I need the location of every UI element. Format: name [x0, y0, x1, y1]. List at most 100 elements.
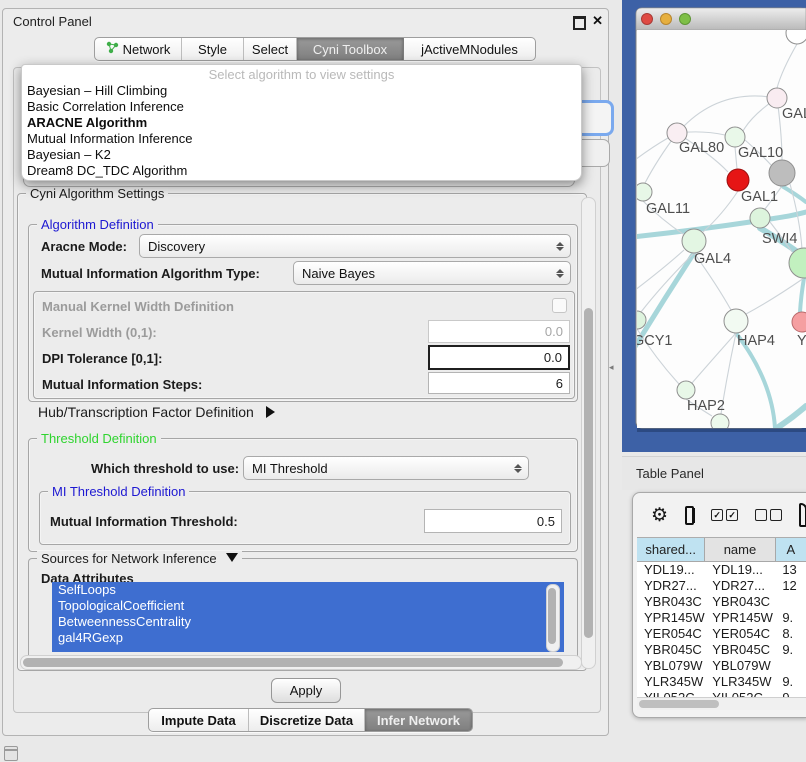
tab-discretize-data[interactable]: Discretize Data: [249, 709, 365, 731]
select-all-columns-icon[interactable]: ✓✓: [711, 509, 738, 521]
tab-label: Impute Data: [161, 713, 235, 728]
table-cell: YBL079W: [637, 658, 705, 674]
float-window-icon[interactable]: [573, 16, 586, 30]
dropdown-hint: Select algorithm to view settings: [22, 67, 581, 83]
sources-group-title[interactable]: Sources for Network Inference: [37, 551, 242, 566]
data-attributes-list[interactable]: SelfLoopsTopologicalCoefficientBetweenne…: [52, 582, 564, 652]
tab-jactivemnodules[interactable]: jActiveMNodules: [404, 38, 535, 60]
attribute-item-selfloops[interactable]: SelfLoops: [52, 582, 564, 598]
close-icon[interactable]: ✕: [592, 13, 603, 29]
node-label-gal11: GAL11: [646, 201, 690, 217]
tab-label: Cyni Toolbox: [313, 42, 387, 57]
table-cell: YER054C: [637, 626, 705, 642]
tab-infer-network[interactable]: Infer Network: [365, 709, 472, 731]
node-label-gal4: GAL4: [694, 251, 731, 267]
tab-label: Discretize Data: [260, 713, 353, 728]
sources-title-text: Sources for Network Inference: [41, 551, 217, 566]
aracne-mode-combo[interactable]: Discovery: [139, 234, 571, 258]
export-table-icon[interactable]: [799, 503, 806, 527]
table-cell: YDR27...: [637, 578, 705, 594]
table-panel-window: ⚙ ✓✓ shared...nameA YDL19...YDL19...13YD…: [632, 492, 806, 718]
threshold-definition-group: Threshold Definition Which threshold to …: [28, 438, 578, 552]
algorithm-option-basic-correlation-inference[interactable]: Basic Correlation Inference: [22, 99, 581, 115]
kernel-width-field[interactable]: 0.0: [428, 320, 570, 343]
table-header-row: shared...nameA: [637, 538, 806, 562]
threshold-definition-title: Threshold Definition: [37, 431, 161, 446]
table-row[interactable]: YDR27...YDR27...12: [637, 578, 806, 594]
network-node[interactable]: [724, 309, 748, 333]
algorithm-option-aracne-algorithm[interactable]: ARACNE Algorithm: [22, 115, 581, 131]
network-node[interactable]: [677, 381, 695, 399]
attribute-item-gal4rgexp[interactable]: gal4RGexp: [52, 630, 564, 646]
tab-select[interactable]: Select: [244, 38, 297, 60]
which-threshold-combo[interactable]: MI Threshold: [243, 456, 529, 480]
network-node[interactable]: [682, 229, 706, 253]
network-node[interactable]: [767, 88, 787, 108]
network-node[interactable]: [769, 160, 795, 186]
network-node[interactable]: [725, 127, 745, 147]
minimize-traffic-light: [661, 14, 672, 25]
table-row[interactable]: YBR045CYBR045C9.: [637, 642, 806, 658]
tab-label: Network: [123, 42, 171, 57]
dpi-tolerance-field[interactable]: 0.0: [428, 345, 570, 370]
algorithm-definition-title: Algorithm Definition: [37, 217, 158, 232]
mi-steps-field[interactable]: 6: [428, 372, 570, 394]
manual-kernel-checkbox[interactable]: [552, 298, 567, 313]
tab-network[interactable]: Network: [95, 38, 182, 60]
node-label-hap2: HAP2: [687, 398, 725, 414]
tab-label: Select: [252, 42, 288, 57]
mi-threshold-label: Mutual Information Threshold:: [50, 514, 238, 529]
apply-button[interactable]: Apply: [271, 678, 341, 703]
kernel-width-value: 0.0: [545, 324, 563, 339]
table-row[interactable]: YBR043CYBR043C: [637, 594, 806, 610]
splitter-handle[interactable]: ◂: [609, 362, 614, 373]
table-panel-title: Table Panel: [636, 466, 704, 481]
attribute-item-betweennesscentrality[interactable]: BetweennessCentrality: [52, 614, 564, 630]
mi-threshold-field[interactable]: 0.5: [424, 509, 562, 533]
table-panel-header: Table Panel: [622, 456, 806, 490]
table-cell: YDL19...: [705, 562, 775, 578]
minimized-panel-icon[interactable]: [4, 746, 18, 761]
algorithm-option-mutual-information-inference[interactable]: Mutual Information Inference: [22, 131, 581, 147]
table-cell: YLR345W: [637, 674, 705, 690]
tab-style[interactable]: Style: [182, 38, 244, 60]
table-cell: YLR345W: [705, 674, 775, 690]
table-row[interactable]: YBL079WYBL079W: [637, 658, 806, 674]
node-label-y: Y: [797, 333, 806, 349]
algorithm-option-bayesian-hill-climbing[interactable]: Bayesian – Hill Climbing: [22, 83, 581, 99]
column-header-name[interactable]: name: [705, 538, 775, 561]
deselect-all-columns-icon[interactable]: [755, 509, 782, 521]
settings-hscrollbar[interactable]: [20, 655, 582, 670]
mi-algorithm-type-combo[interactable]: Naive Bayes: [293, 261, 571, 285]
node-label-gal80: GAL80: [679, 140, 724, 156]
table-cell: 8.: [775, 626, 806, 642]
attributes-scrollbar[interactable]: [546, 584, 560, 652]
gear-icon[interactable]: ⚙: [651, 506, 668, 525]
attribute-item-topologicalcoefficient[interactable]: TopologicalCoefficient: [52, 598, 564, 614]
column-header-shared[interactable]: shared...: [637, 538, 705, 561]
node-label-swi4: SWI4: [762, 231, 797, 247]
mi-steps-label: Mutual Information Steps:: [42, 377, 202, 392]
table-row[interactable]: YER054CYER054C8.: [637, 626, 806, 642]
algorithm-option-dream8-dc-tdc-algorithm[interactable]: Dream8 DC_TDC Algorithm: [22, 163, 581, 179]
column-header-a[interactable]: A: [776, 538, 806, 561]
table-row[interactable]: YPR145WYPR145W9.: [637, 610, 806, 626]
table-hscrollbar[interactable]: [637, 697, 806, 710]
table-row[interactable]: YLR345WYLR345W9.: [637, 674, 806, 690]
control-panel-tabbar: Network Style Select Cyni Toolbox jActiveMNo…: [94, 37, 536, 61]
algorithm-definition-group: Algorithm Definition Aracne Mode: Discov…: [28, 224, 578, 402]
settings-vscrollbar[interactable]: [581, 197, 596, 669]
algorithm-option-bayesian-k2[interactable]: Bayesian – K2: [22, 147, 581, 163]
network-view[interactable]: GALGAL80GAL10GAL1GAL11SWI4GAL4GCY1HAP4YH…: [622, 0, 806, 452]
table-row[interactable]: YDL19...YDL19...13: [637, 562, 806, 578]
table-cell: 12: [775, 578, 806, 594]
network-node[interactable]: [750, 208, 770, 228]
tab-cyni-toolbox[interactable]: Cyni Toolbox: [297, 38, 404, 60]
which-threshold-label: Which threshold to use:: [91, 461, 239, 476]
cyni-algorithm-settings-group: Cyni Algorithm Settings Algorithm Defini…: [17, 193, 587, 671]
hub-factor-expander[interactable]: Hub/Transcription Factor Definition: [38, 404, 275, 420]
split-columns-icon[interactable]: [685, 506, 694, 525]
manual-kernel-label: Manual Kernel Width Definition: [42, 299, 234, 314]
tab-impute-data[interactable]: Impute Data: [149, 709, 249, 731]
network-node[interactable]: [727, 169, 749, 191]
